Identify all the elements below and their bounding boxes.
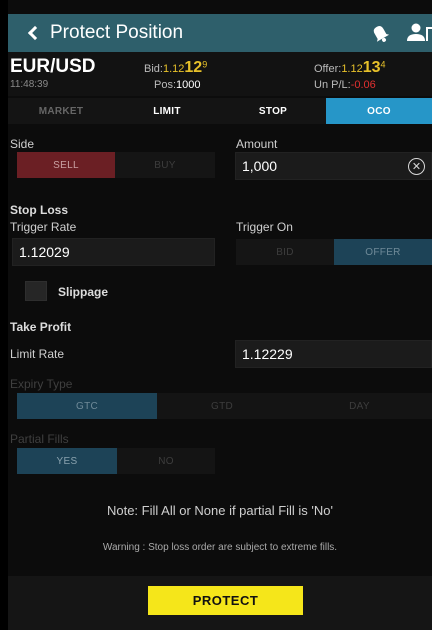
bid-price: Bid:1.12129 [144, 59, 207, 77]
amount-value: 1,000 [242, 158, 278, 174]
limit-rate-label: Limit Rate [10, 347, 65, 361]
trigger-rate-value: 1.12029 [19, 244, 70, 260]
buy-button[interactable]: BUY [115, 152, 215, 178]
expiry-day[interactable]: DAY [287, 393, 432, 419]
trigger-on-offer[interactable]: OFFER [334, 239, 432, 265]
slippage-checkbox[interactable] [25, 281, 47, 301]
instrument-symbol: EUR/USD [10, 56, 96, 77]
side-toggle: SELL BUY [17, 152, 215, 178]
trigger-on-label: Trigger On [236, 220, 293, 234]
amount-label: Amount [236, 137, 278, 151]
stop-loss-heading: Stop Loss [10, 203, 69, 217]
offer-prefix: 1.12 [341, 63, 363, 75]
user-icon[interactable] [404, 19, 432, 47]
offer-big-digits: 13 [362, 59, 381, 76]
slippage-label: Slippage [58, 285, 109, 299]
amount-field[interactable]: 1,000 ✕ [235, 152, 432, 180]
bid-pipette: 9 [202, 59, 208, 70]
bell-icon[interactable] [366, 19, 394, 47]
tab-oco[interactable]: OCO [326, 98, 432, 124]
stop-loss-warning: Warning : Stop loss order are subject to… [102, 542, 338, 553]
partial-fills-label: Partial Fills [10, 432, 69, 446]
unrealized-pl: Un P/L:-0.06 [314, 79, 376, 91]
clear-icon[interactable]: ✕ [408, 158, 425, 175]
tab-limit[interactable]: LIMIT [114, 98, 220, 124]
footer-bar: PROTECT [8, 576, 432, 630]
expiry-type-toggle: GTC GTD DAY [17, 393, 432, 419]
sell-button[interactable]: SELL [17, 152, 115, 178]
offer-pipette: 4 [380, 59, 386, 70]
tab-stop[interactable]: STOP [220, 98, 326, 124]
header-bar: Protect Position [8, 14, 432, 52]
bid-label: Bid: [144, 63, 163, 75]
trigger-rate-label: Trigger Rate [10, 220, 77, 234]
quote-strip: EUR/USD 11:48:39 Bid:1.12129 Pos:1000 Of… [8, 52, 432, 96]
bid-prefix: 1.12 [162, 63, 185, 75]
partial-fills-yes[interactable]: YES [17, 448, 117, 474]
limit-rate-value: 1.12229 [242, 346, 293, 362]
pos-value: 1000 [176, 79, 201, 91]
take-profit-heading: Take Profit [10, 320, 72, 334]
offer-price: Offer:1.12134 [314, 59, 386, 77]
upl-value: -0.06 [350, 79, 376, 91]
header-icons [366, 14, 432, 52]
page-title: Protect Position [50, 22, 184, 43]
partial-fills-toggle: YES NO [17, 448, 215, 474]
bid-big-digits: 12 [184, 59, 203, 76]
limit-rate-field[interactable]: 1.12229 [235, 340, 432, 368]
trigger-on-toggle: BID OFFER [236, 239, 432, 265]
expiry-type-label: Expiry Type [10, 377, 73, 391]
side-label: Side [10, 137, 35, 151]
fill-note: Note: Fill All or None if partial Fill i… [106, 503, 334, 518]
quote-time: 11:48:39 [10, 79, 49, 90]
pos-label: Pos: [154, 79, 177, 91]
position-size: Pos:1000 [154, 79, 201, 91]
order-type-tabs: MARKET LIMIT STOP OCO [8, 98, 432, 124]
back-chevron-icon [27, 25, 43, 41]
upl-label: Un P/L: [314, 79, 351, 91]
trigger-on-bid[interactable]: BID [236, 239, 334, 265]
protect-button[interactable]: PROTECT [148, 586, 303, 615]
back-button[interactable]: Protect Position [8, 14, 183, 52]
protect-position-screen: Protect Position EUR/USD 11:48:39 Bid:1.… [8, 0, 432, 630]
tab-market[interactable]: MARKET [8, 98, 114, 124]
trigger-rate-field[interactable]: 1.12029 [12, 238, 215, 266]
offer-label: Offer: [314, 63, 342, 75]
partial-fills-no[interactable]: NO [117, 448, 215, 474]
expiry-gtc[interactable]: GTC [17, 393, 157, 419]
expiry-gtd[interactable]: GTD [157, 393, 287, 419]
